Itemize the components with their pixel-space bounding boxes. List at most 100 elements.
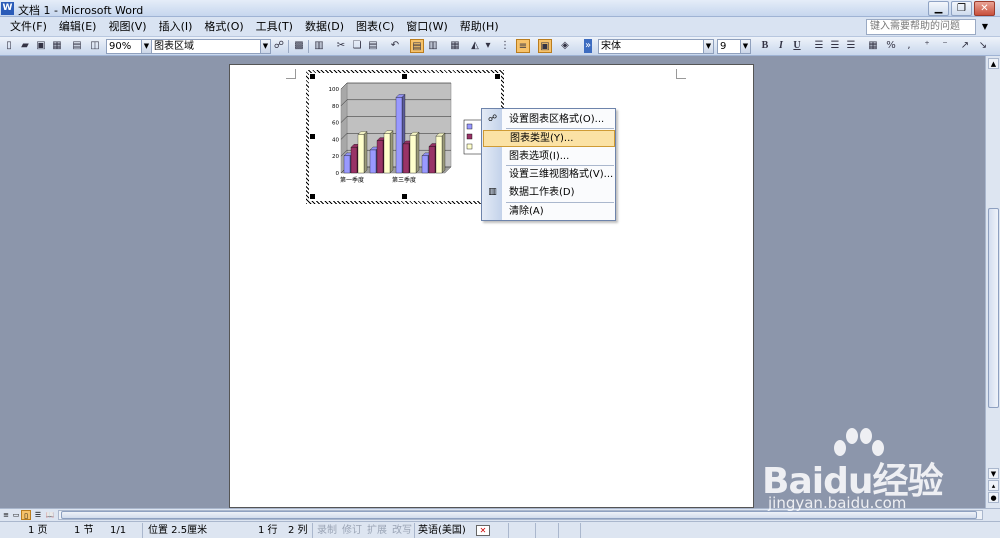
restore-button[interactable]: ❐ bbox=[951, 1, 972, 16]
bold-button[interactable]: B bbox=[758, 39, 772, 53]
angle-counterclockwise-icon[interactable]: ↗ bbox=[958, 39, 972, 53]
status-track-changes[interactable]: 修订 bbox=[342, 524, 362, 537]
outline-view-icon[interactable]: ☰ bbox=[33, 510, 43, 520]
font-name-dropdown-icon[interactable]: ▼ bbox=[703, 39, 714, 54]
vertical-scrollbar[interactable]: ▲ ▼ ▴ ● bbox=[985, 56, 1000, 508]
bar bbox=[383, 133, 391, 174]
menu-item[interactable]: 文件(F) bbox=[4, 17, 53, 37]
status-extend[interactable]: 扩展 bbox=[367, 524, 387, 537]
print-layout-view-icon[interactable]: ▯ bbox=[21, 510, 31, 520]
chart-type-icon[interactable]: ◭ bbox=[468, 39, 482, 53]
fill-color-icon[interactable]: ◈ bbox=[558, 39, 572, 53]
bar bbox=[395, 97, 403, 174]
menu-item[interactable]: 视图(V) bbox=[102, 17, 152, 37]
comma-style-icon[interactable]: , bbox=[902, 39, 916, 53]
toolbar-options-icon[interactable]: » bbox=[584, 39, 592, 53]
import-file-icon[interactable]: ▩ bbox=[292, 39, 306, 53]
save-icon[interactable]: ▣ bbox=[34, 39, 48, 53]
status-separator bbox=[142, 523, 143, 538]
permission-icon[interactable]: ▦ bbox=[50, 39, 64, 53]
menu-item-clear[interactable]: 清除(A) bbox=[483, 203, 615, 220]
menu-item[interactable]: 帮助(H) bbox=[454, 17, 505, 37]
help-search-input[interactable]: 键入需要帮助的问题 bbox=[866, 19, 976, 35]
reading-layout-icon[interactable]: 📖 bbox=[45, 510, 55, 520]
angle-clockwise-icon[interactable]: ↘ bbox=[976, 39, 990, 53]
minimize-button[interactable]: ▁ bbox=[928, 1, 949, 16]
cut-icon[interactable]: ✂ bbox=[334, 39, 348, 53]
scroll-thumb[interactable] bbox=[988, 208, 999, 408]
menu-item[interactable]: 工具(T) bbox=[250, 17, 299, 37]
spelling-check-icon[interactable]: ✕ bbox=[476, 525, 490, 536]
status-language[interactable]: 英语(美国) bbox=[418, 524, 466, 537]
category-axis-gridlines-icon[interactable]: ⋮ bbox=[498, 39, 512, 53]
help-dropdown-icon[interactable]: ▼ bbox=[978, 19, 992, 35]
resize-handle[interactable] bbox=[495, 74, 500, 79]
print-icon[interactable]: ▤ bbox=[70, 39, 84, 53]
align-left-icon[interactable]: ☰ bbox=[812, 39, 826, 53]
status-record[interactable]: 录制 bbox=[317, 524, 337, 537]
menu-item[interactable]: 窗口(W) bbox=[400, 17, 453, 37]
chart-type-dropdown-icon[interactable]: ▾ bbox=[484, 39, 492, 53]
menu-item-3d-view[interactable]: 设置三维视图格式(V)... bbox=[483, 166, 615, 183]
new-document-icon[interactable]: ▯ bbox=[2, 39, 16, 53]
legend-swatch bbox=[466, 143, 473, 150]
menu-item-chart-type[interactable]: 图表类型(Y)... bbox=[483, 130, 615, 147]
chart-objects-select[interactable]: 图表区域 bbox=[151, 39, 261, 54]
chart[interactable]: 0 20 40 60 80 100 第一季度 第三季度 bbox=[306, 70, 504, 204]
status-separator bbox=[580, 523, 581, 538]
by-column-icon[interactable]: ▥ bbox=[426, 39, 440, 53]
chart-objects-dropdown-icon[interactable]: ▼ bbox=[260, 39, 271, 54]
print-preview-icon[interactable]: ◫ bbox=[88, 39, 102, 53]
word-app-icon[interactable]: W bbox=[1, 2, 14, 15]
format-selected-object-icon[interactable]: ☍ bbox=[272, 39, 286, 53]
resize-handle[interactable] bbox=[402, 194, 407, 199]
select-browse-object-icon[interactable]: ● bbox=[988, 492, 999, 503]
resize-handle[interactable] bbox=[310, 134, 315, 139]
menu-item-chart-options[interactable]: 图表选项(I)... bbox=[483, 148, 615, 165]
menu-item[interactable]: 编辑(E) bbox=[53, 17, 103, 37]
web-layout-view-icon[interactable]: ▭ bbox=[11, 510, 21, 520]
zoom-select[interactable]: 90% bbox=[106, 39, 142, 54]
menu-item-datasheet[interactable]: ▥ 数据工作表(D) bbox=[483, 184, 615, 201]
menu-bar: 文件(F) 编辑(E) 视图(V) 插入(I) 格式(O) 工具(T) 数据(D) 图表(C)… bbox=[0, 17, 1000, 37]
legend-icon[interactable]: ▣ bbox=[538, 39, 552, 53]
menu-item[interactable]: 插入(I) bbox=[153, 17, 199, 37]
datasheet-icon[interactable]: ▥ bbox=[312, 39, 326, 53]
italic-button[interactable]: I bbox=[774, 39, 788, 53]
value-axis-gridlines-icon[interactable]: ≡ bbox=[516, 39, 530, 53]
resize-handle[interactable] bbox=[310, 74, 315, 79]
copy-icon[interactable]: ❏ bbox=[350, 39, 364, 53]
font-name-select[interactable]: 宋体 bbox=[598, 39, 714, 54]
normal-view-icon[interactable]: ≡ bbox=[1, 510, 11, 520]
decrease-decimal-icon[interactable]: ⁻ bbox=[938, 39, 952, 53]
menu-item[interactable]: 数据(D) bbox=[299, 17, 350, 37]
resize-handle[interactable] bbox=[310, 194, 315, 199]
menu-items: 文件(F) 编辑(E) 视图(V) 插入(I) 格式(O) 工具(T) 数据(D) 图表(C)… bbox=[4, 17, 505, 37]
menu-item-format-chart-area[interactable]: ☍ 设置图表区格式(O)... bbox=[483, 111, 615, 128]
currency-style-icon[interactable]: ▦ bbox=[866, 39, 880, 53]
undo-icon[interactable]: ↶ bbox=[388, 39, 402, 53]
y-tick-label: 60 bbox=[332, 121, 339, 127]
font-size-dropdown-icon[interactable]: ▼ bbox=[740, 39, 751, 54]
bar bbox=[369, 149, 377, 174]
align-center-icon[interactable]: ☰ bbox=[828, 39, 842, 53]
previous-page-icon[interactable]: ▴ bbox=[988, 480, 999, 491]
underline-button[interactable]: U bbox=[790, 39, 804, 53]
increase-decimal-icon[interactable]: ⁺ bbox=[920, 39, 934, 53]
watermark-url: jingyan.baidu.com bbox=[768, 494, 907, 512]
data-table-icon[interactable]: ▦ bbox=[448, 39, 462, 53]
align-right-icon[interactable]: ☰ bbox=[844, 39, 858, 53]
open-folder-icon[interactable]: ▰ bbox=[18, 39, 32, 53]
resize-handle[interactable] bbox=[402, 74, 407, 79]
menu-separator bbox=[506, 128, 614, 129]
status-overtype[interactable]: 改写 bbox=[392, 524, 412, 537]
scroll-up-icon[interactable]: ▲ bbox=[988, 58, 999, 69]
percent-style-icon[interactable]: % bbox=[884, 39, 898, 53]
paste-icon[interactable]: ▤ bbox=[366, 39, 380, 53]
menu-item[interactable]: 格式(O) bbox=[198, 17, 249, 37]
bar-side bbox=[363, 131, 368, 174]
menu-item[interactable]: 图表(C) bbox=[350, 17, 400, 37]
close-button[interactable]: ✕ bbox=[974, 1, 995, 16]
scroll-down-icon[interactable]: ▼ bbox=[988, 468, 999, 479]
by-row-icon[interactable]: ▤ bbox=[410, 39, 424, 53]
